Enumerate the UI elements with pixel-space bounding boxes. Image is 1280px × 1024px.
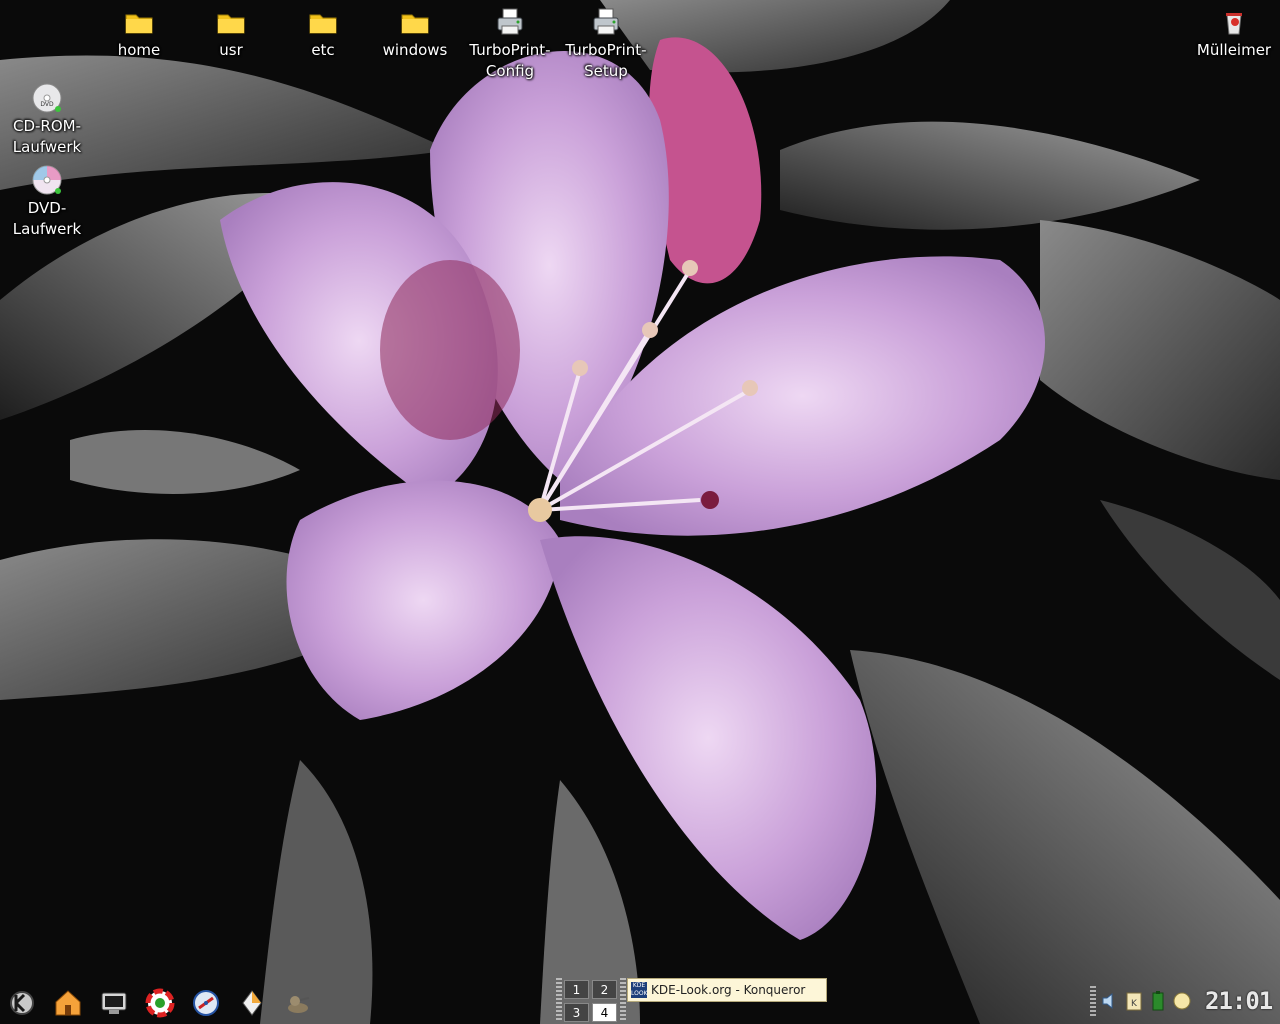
pager-handle[interactable] (620, 978, 626, 1022)
desktop-icon-label: etc (311, 41, 335, 59)
help-launcher[interactable] (143, 986, 177, 1020)
home-icon (55, 990, 81, 1016)
kde-menu-button[interactable] (5, 986, 39, 1020)
desktop-icon-label: usr (219, 41, 243, 59)
folder-icon (309, 14, 337, 34)
kate-launcher[interactable] (235, 986, 269, 1020)
desktop-icon-label: windows (382, 41, 448, 59)
dvd-drive-icon: DVD (32, 83, 62, 113)
pager-desktop-4[interactable]: 4 (592, 1003, 617, 1022)
folder-icon (125, 14, 153, 34)
desktop-icon-etc[interactable]: etc (275, 6, 371, 61)
gimp-icon (288, 996, 310, 1013)
desktop-icon-home[interactable]: home (91, 6, 187, 61)
desktop-icon-dvd-drive[interactable]: DVD- Laufwerk (0, 164, 95, 240)
pager-desktop-3[interactable]: 3 (564, 1003, 589, 1022)
konqueror-icon (193, 990, 219, 1016)
desktop-icon-label: home (117, 41, 161, 59)
desktop-icon-trash[interactable]: Mülleimer (1186, 6, 1280, 61)
desktop-icon-usr[interactable]: usr (183, 6, 279, 61)
power-manager[interactable] (1172, 989, 1192, 1013)
terminal-icon (101, 992, 127, 1014)
desktop-icon-turboprint-config[interactable]: TurboPrint- Config (462, 6, 558, 82)
desktop-icon-cdrom-drive[interactable]: DVD CD-ROM- Laufwerk (0, 82, 95, 158)
svg-text:DVD: DVD (40, 101, 54, 108)
pager-desktop-2[interactable]: 2 (592, 980, 617, 999)
desktop-icon-label: CD-ROM- Laufwerk (12, 117, 82, 156)
printer-icon (497, 8, 523, 35)
printer-icon (593, 8, 619, 35)
pager-handle[interactable] (556, 978, 562, 1022)
battery-icon (1152, 991, 1164, 1011)
desktop-icon-label: Mülleimer (1196, 41, 1272, 59)
panel-clock[interactable]: 21:01 (1205, 987, 1273, 1015)
folder-icon (217, 14, 245, 34)
desktop-wallpaper (0, 0, 1280, 1024)
clipboard-tool[interactable]: K (1124, 989, 1144, 1013)
moon-icon (1173, 992, 1191, 1010)
taskbar-button-konqueror[interactable]: KDE LOOK KDE-Look.org - Konqueror (627, 978, 827, 1002)
desktop-icon-label: DVD- Laufwerk (12, 199, 82, 238)
desktop-icon-label: TurboPrint- Setup (565, 41, 647, 80)
speaker-icon (1102, 992, 1113, 1010)
pager-desktop-1[interactable]: 1 (564, 980, 589, 999)
klipper-icon: K (1126, 992, 1142, 1011)
taskbar-button-label: KDE-Look.org - Konqueror (651, 983, 806, 997)
tray-handle[interactable] (1090, 986, 1096, 1016)
volume-control[interactable] (1100, 989, 1120, 1013)
desktop-icon-label: TurboPrint- Config (469, 41, 551, 80)
desktop-pager: 1 2 3 4 (556, 976, 626, 1024)
terminal-launcher[interactable] (97, 986, 131, 1020)
kde-menu-icon (10, 991, 34, 1015)
kate-icon (242, 990, 262, 1016)
cdrom-drive-icon (32, 165, 62, 195)
konqueror-launcher[interactable] (189, 986, 223, 1020)
help-icon (145, 988, 175, 1018)
desktop-icon-turboprint-setup[interactable]: TurboPrint- Setup (558, 6, 654, 82)
kde-look-icon: KDE LOOK (631, 982, 648, 998)
trash-icon (1226, 13, 1242, 35)
home-launcher[interactable] (51, 986, 85, 1020)
desktop-icon-windows[interactable]: windows (367, 6, 463, 61)
battery-monitor[interactable] (1148, 989, 1168, 1013)
folder-icon (401, 14, 429, 34)
gimp-launcher[interactable] (281, 986, 315, 1020)
